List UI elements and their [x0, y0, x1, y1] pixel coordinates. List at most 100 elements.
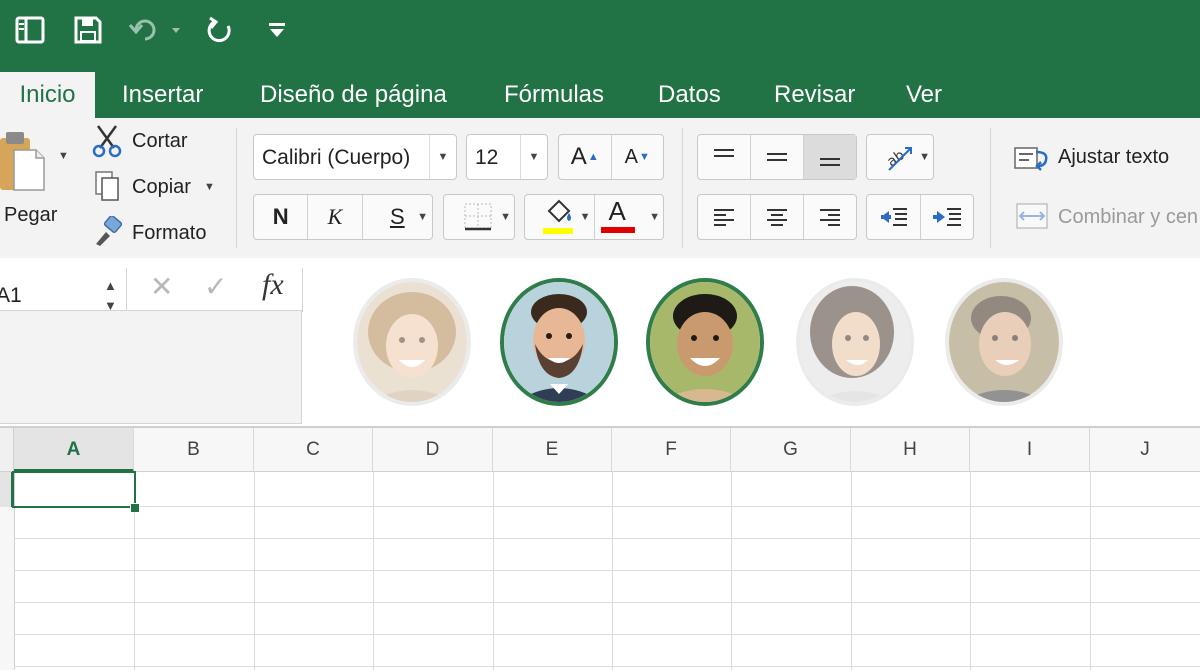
wrap-text-icon[interactable]: [1012, 142, 1052, 174]
underline-button[interactable]: S ▼: [363, 195, 432, 239]
font-size-select[interactable]: 12 ▼: [466, 134, 548, 180]
underline-dropdown-icon[interactable]: ▼: [417, 211, 428, 223]
column-header-d[interactable]: D: [373, 428, 493, 472]
grow-font-button[interactable]: A ▲: [559, 135, 612, 179]
tab-ver[interactable]: Ver: [894, 72, 954, 118]
align-top-icon: [714, 149, 734, 157]
copy-dropdown-icon[interactable]: ▼: [204, 181, 215, 193]
avatar-woman-1[interactable]: [353, 278, 471, 406]
select-all-corner[interactable]: [0, 428, 14, 472]
format-button[interactable]: Formato: [132, 222, 206, 245]
format-painter-icon[interactable]: [92, 214, 124, 248]
font-name-value: Calibri (Cuerpo): [262, 146, 411, 169]
font-color-dropdown-icon[interactable]: ▼: [649, 211, 660, 223]
borders-button[interactable]: ▼: [443, 194, 515, 240]
wrap-text-button[interactable]: Ajustar texto: [1058, 146, 1169, 169]
align-center-button[interactable]: [751, 195, 804, 239]
align-right-button[interactable]: [804, 195, 856, 239]
font-color-button[interactable]: A ▼: [595, 195, 664, 239]
vertical-align-buttons: [697, 134, 857, 180]
sidebar-icon[interactable]: [12, 12, 48, 48]
avatar-man-smiling[interactable]: [646, 278, 764, 406]
clipboard-icon: [0, 132, 45, 191]
paint-bucket-icon: [543, 199, 574, 234]
font-size-dropdown-icon[interactable]: ▼: [520, 135, 547, 179]
avatar-woman-2[interactable]: [796, 278, 914, 406]
color-buttons: ▼ A ▼: [524, 194, 664, 240]
paste-dropdown-icon[interactable]: ▼: [58, 150, 69, 162]
decrease-indent-button[interactable]: [867, 195, 921, 239]
tab-formulas[interactable]: Fórmulas: [492, 72, 616, 118]
grow-font-label: A: [570, 143, 587, 170]
align-bottom-icon: [820, 158, 840, 166]
formula-bar-area: A1 ▲ ▼ ✕ ✓ fx: [0, 258, 1200, 426]
column-header-g[interactable]: G: [731, 428, 851, 472]
fill-handle[interactable]: [130, 503, 140, 513]
enter-icon[interactable]: ✓: [204, 270, 227, 303]
save-icon[interactable]: [70, 12, 106, 48]
scissors-icon[interactable]: [92, 124, 122, 158]
row-line: [14, 506, 1200, 507]
ribbon-separator: [990, 128, 991, 248]
avatar-man-beard[interactable]: [500, 278, 618, 406]
ribbon-separator: [236, 128, 237, 248]
horizontal-align-buttons: [697, 194, 857, 240]
increase-indent-icon: [932, 208, 961, 226]
svg-text:ab: ab: [884, 147, 908, 170]
text-orientation-icon: ab ▼: [867, 135, 933, 179]
column-line: [493, 472, 494, 670]
decrease-indent-icon: [881, 208, 908, 226]
align-left-button[interactable]: [698, 195, 751, 239]
font-color-bar: [600, 227, 635, 233]
paste-button[interactable]: ▼: [0, 126, 70, 206]
shrink-font-button[interactable]: A ▼: [612, 135, 664, 179]
redo-icon[interactable]: [202, 12, 238, 48]
column-header-f[interactable]: F: [612, 428, 731, 472]
column-header-i[interactable]: I: [970, 428, 1090, 472]
column-header-e[interactable]: E: [493, 428, 612, 472]
paste-label[interactable]: Pegar: [4, 204, 57, 227]
align-top-button[interactable]: [698, 135, 751, 179]
fill-color-dropdown-icon[interactable]: ▼: [580, 211, 591, 223]
name-box-up-icon[interactable]: ▲: [104, 278, 117, 293]
align-right-icon: [820, 209, 840, 226]
tab-datos[interactable]: Datos: [646, 72, 733, 118]
copy-icon[interactable]: [94, 170, 122, 204]
font-size-value: 12: [475, 146, 499, 169]
column-header-a[interactable]: A: [14, 428, 134, 472]
increase-indent-button[interactable]: [921, 195, 974, 239]
active-cell-a1[interactable]: [12, 471, 136, 508]
column-line: [970, 472, 971, 670]
tab-revisar[interactable]: Revisar: [762, 72, 867, 118]
merge-center-icon[interactable]: [1014, 200, 1050, 232]
italic-button[interactable]: K: [308, 195, 363, 239]
font-name-dropdown-icon[interactable]: ▼: [429, 135, 456, 179]
customize-dropdown-icon[interactable]: [262, 12, 292, 48]
copy-button[interactable]: Copiar: [132, 176, 191, 199]
spreadsheet-grid: A B C D E F G H I J: [0, 426, 1200, 670]
shrink-font-label: A: [624, 145, 638, 168]
orientation-button[interactable]: ab ▼: [866, 134, 934, 180]
avatar-man-2[interactable]: [945, 278, 1063, 406]
shrink-arrow-icon: ▼: [638, 151, 650, 163]
undo-icon[interactable]: [126, 12, 182, 48]
column-header-b[interactable]: B: [134, 428, 254, 472]
borders-dropdown-icon[interactable]: ▼: [500, 211, 511, 223]
column-header-h[interactable]: H: [851, 428, 970, 472]
cut-button[interactable]: Cortar: [132, 130, 188, 153]
bold-button[interactable]: N: [254, 195, 309, 239]
orientation-dropdown-icon[interactable]: ▼: [919, 151, 930, 163]
tab-inicio[interactable]: Inicio: [0, 72, 95, 118]
column-header-j[interactable]: J: [1090, 428, 1200, 472]
tab-insertar[interactable]: Insertar: [110, 72, 215, 118]
insert-function-button[interactable]: fx: [262, 268, 284, 302]
tab-diseno-de-pagina[interactable]: Diseño de página: [248, 72, 459, 118]
align-middle-button[interactable]: [751, 135, 804, 179]
fill-color-button[interactable]: ▼: [525, 195, 595, 239]
column-header-c[interactable]: C: [254, 428, 373, 472]
font-name-select[interactable]: Calibri (Cuerpo) ▼: [253, 134, 457, 180]
merge-center-button[interactable]: Combinar y cen: [1058, 206, 1198, 229]
borders-icon: ▼: [444, 195, 514, 239]
cancel-icon[interactable]: ✕: [150, 270, 173, 303]
align-bottom-button[interactable]: [804, 135, 856, 179]
